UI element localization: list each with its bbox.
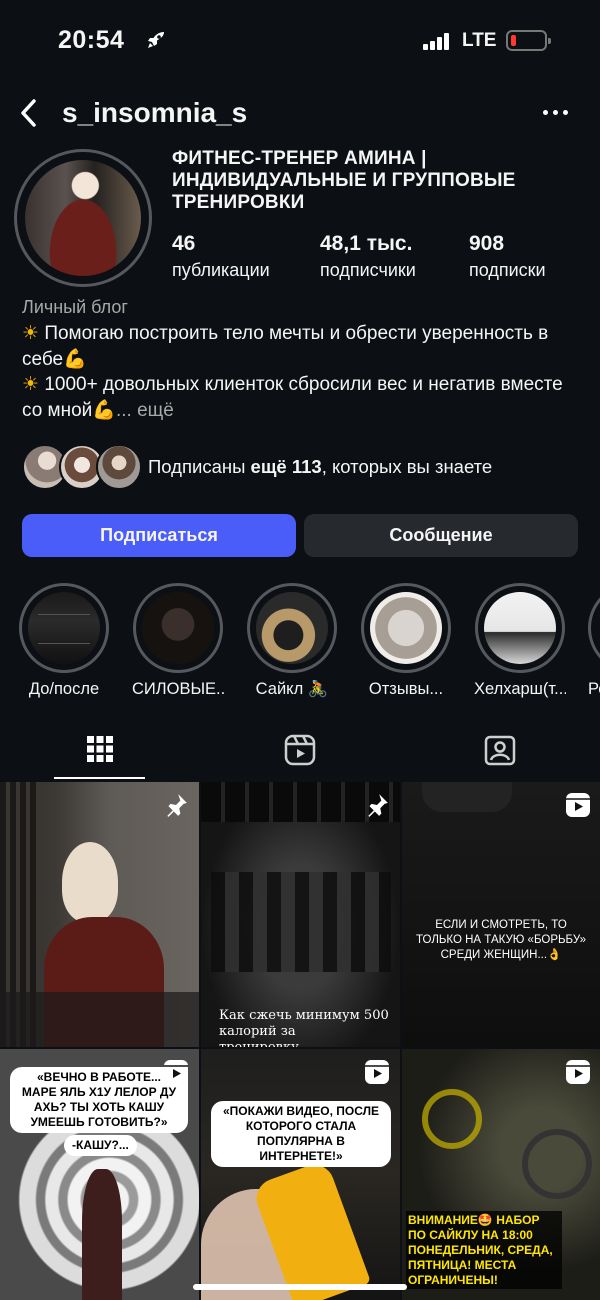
highlight-cover [256,592,328,664]
post-tile[interactable]: ВНИМАНИЕ🤩 НАБОР ПО САЙКЛУ НА 18:00 ПОНЕД… [402,1049,600,1300]
post-caption: ЕСЛИ И СМОТРЕТЬ, ТО ТОЛЬКО НА ТАКУЮ «БОР… [416,919,587,961]
grid-icon [87,736,113,762]
profile-username: s_insomnia_s [62,97,248,128]
post-caption: Как сжечь минимум 500 калорий за трениро… [219,1008,389,1047]
bio-more-link[interactable]: ... ещё [116,400,174,421]
reel-icon [566,1060,590,1084]
stat-posts-value: 46 [172,232,196,255]
post-tile[interactable]: «ВЕЧНО В РАБОТЕ... МАРЕ ЯЛЬ Х1У ЛЕЛОР ДУ… [0,1049,199,1300]
stat-following[interactable]: 908 подписки [469,232,546,281]
post-speech-bubble: «ПОКАЖИ ВИДЕО, ПОСЛЕ КОТОРОГО СТАЛА ПОПУ… [211,1101,391,1167]
battery-icon [506,30,551,51]
highlight-partial[interactable]: Ре [588,583,600,699]
highlight-helharsh[interactable]: Хелхарш(т... [474,583,566,699]
pin-icon [368,794,388,817]
post-tile[interactable]: «ПОКАЖИ ВИДЕО, ПОСЛЕ КОТОРОГО СТАЛА ПОПУ… [201,1049,400,1300]
stat-following-label: подписки [469,260,546,280]
reel-icon [164,1060,188,1084]
tagged-icon [484,735,516,766]
home-indicator[interactable] [193,1284,407,1290]
follow-button[interactable]: Подписаться [22,514,296,557]
mutual-avatar [96,444,142,490]
pin-icon [167,794,187,817]
mutual-count: ещё 113 [250,456,322,477]
post-speech-bubble: -КАШУ?... [64,1135,137,1156]
post-tile[interactable] [0,782,199,1047]
more-options-icon[interactable] [541,108,571,118]
mutual-prefix: Подписаны [148,456,251,477]
highlight-reviews[interactable]: Отзывы... [360,583,452,699]
status-time: 20:54 [58,26,125,54]
highlight-label: Сайкл 🚴 [255,680,329,698]
mutual-followers-text[interactable]: Подписаны ещё 113, которых вы знаете [148,456,492,478]
sun-icon: ☀ [22,323,40,344]
stat-posts[interactable]: 46 публикации [172,232,270,281]
highlight-label: Хелхарш(т... [474,680,566,698]
post-caption: ВНИМАНИЕ🤩 НАБОР ПО САЙКЛУ НА 18:00 ПОНЕД… [408,1213,553,1287]
post-tile[interactable]: Как сжечь минимум 500 калорий за трениро… [201,782,400,1047]
reel-icon [566,793,590,817]
profile-full-name: ФИТНЕС-ТРЕНЕР АМИНА | ИНДИВИДУАЛЬНЫЕ И Г… [172,148,516,213]
active-tab-indicator [54,777,145,779]
tab-grid[interactable] [0,722,200,782]
rocket-icon [148,32,164,48]
tab-reels[interactable] [200,722,400,782]
highlight-cover [142,592,214,664]
signal-icon [423,33,451,50]
stat-followers-label: подписчики [320,260,416,280]
sun-icon: ☀ [22,374,40,395]
highlight-label: До/после [28,680,100,698]
stat-followers-value: 48,1 тыс. [320,232,413,255]
network-label: LTE [462,30,497,51]
profile-category: Личный блог [22,297,128,317]
highlight-label: Отзывы... [368,680,444,698]
highlight-cover [370,592,442,664]
avatar-image [25,160,141,276]
posts-grid: Как сжечь минимум 500 калорий за трениро… [0,782,600,1300]
bio-line-1: Помогаю построить тело мечты и обрести у… [22,323,549,370]
highlight-cover [484,592,556,664]
back-icon[interactable] [16,96,42,130]
stat-following-value: 908 [469,232,505,255]
highlight-label: Ре [588,680,600,698]
stat-followers[interactable]: 48,1 тыс. подписчики [320,232,416,281]
highlight-label: СИЛОВЫЕ... [132,680,224,698]
profile-avatar[interactable] [14,149,152,287]
status-bar: 20:54 LTE [0,0,600,80]
mutual-followers-avatars[interactable] [22,444,142,490]
profile-bio: ☀ Помогаю построить тело мечты и обрести… [22,321,582,423]
message-button[interactable]: Сообщение [304,514,578,557]
bio-line-2: 1000+ довольных клиенток сбросили вес и … [22,374,563,421]
post-tile[interactable]: ЕСЛИ И СМОТРЕТЬ, ТО ТОЛЬКО НА ТАКУЮ «БОР… [402,782,600,1047]
mutual-suffix: , которых вы знаете [321,456,493,477]
reels-icon [284,734,316,766]
highlight-strength[interactable]: СИЛОВЫЕ... [132,583,224,699]
highlight-cover [28,592,100,664]
post-speech-bubble: «ВЕЧНО В РАБОТЕ... МАРЕ ЯЛЬ Х1У ЛЕЛОР ДУ… [10,1067,188,1133]
highlight-cycle[interactable]: Сайкл 🚴 [246,583,338,699]
tab-tagged[interactable] [400,722,600,782]
highlight-before-after[interactable]: До/после [18,583,110,699]
stat-posts-label: публикации [172,260,270,280]
reel-icon [365,1060,389,1084]
